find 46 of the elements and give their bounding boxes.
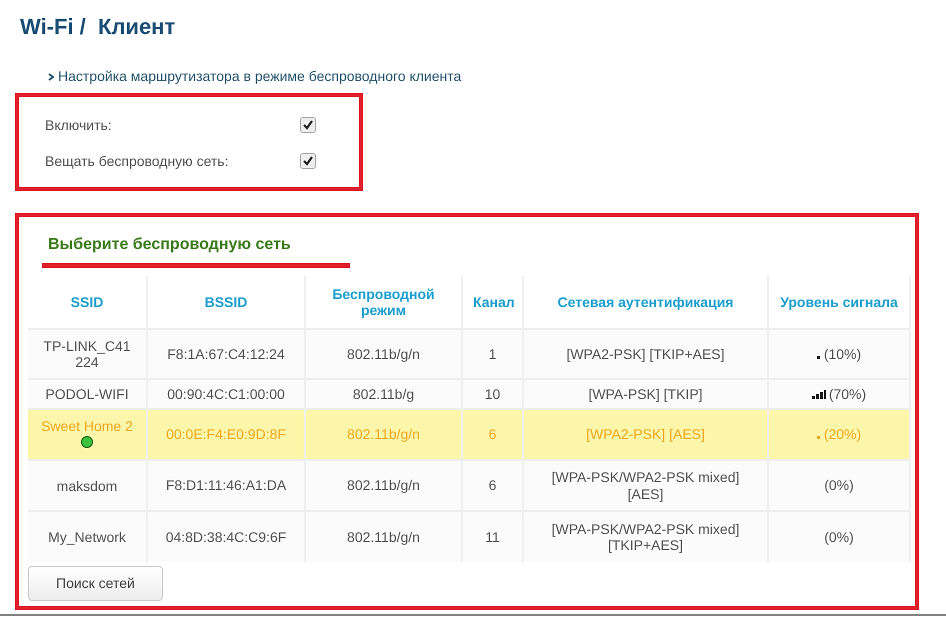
- table-cell: 802.11b/g/n: [347, 477, 420, 494]
- table-cell: 802.11b/g/n: [347, 346, 420, 362]
- section-heading: Выберите беспроводную сеть: [48, 235, 292, 256]
- table-cell: Sweet Home 2: [40, 418, 134, 435]
- setting-label: Вещать беспроводную сеть:: [45, 152, 230, 171]
- table-cell: [WPA2-PSK] [AES]: [586, 426, 705, 442]
- table-cell: (70%): [828, 386, 866, 402]
- signal-icon: [816, 356, 820, 359]
- table-cell: 00:0E:F4:E0:9D:8F: [166, 426, 286, 442]
- page-title: Wi-Fi / Клиент: [20, 14, 176, 40]
- checkbox[interactable]: [300, 153, 316, 170]
- section-link[interactable]: Настройка маршрутизатора в режиме беспроводного клиента: [58, 66, 462, 88]
- signal-icon: [812, 390, 826, 399]
- table-cell: (10%): [824, 346, 862, 362]
- network-row[interactable]: TP-LINK_C41224 F8:1A:67:C4:12:24 802.11b/g/n 1 [WPA2-PSK] [TKIP+AES] (10%): [28, 329, 910, 380]
- table-cell: 802.11b/g: [352, 386, 414, 402]
- network-row[interactable]: PODOL-WIFI 00:90:4C:C1:00:00 802.11b/g 10 [WPA-PSK] [TKIP] (70%): [28, 379, 910, 410]
- table-cell: 04:8D:38:4C:C9:6F: [166, 528, 286, 545]
- table-cell: 10: [484, 386, 500, 402]
- table-cell-text: maksdom: [56, 478, 118, 494]
- table-cell-text: PODOL-WIFI: [44, 386, 130, 402]
- table-cell: [WPA-PSK/WPA2-PSK mixed] [AES]: [552, 469, 740, 502]
- table-cell: (0%): [824, 528, 854, 545]
- network-row[interactable]: My_Network 04:8D:38:4C:C9:6F 802.11b/g/n 11 [WPA-PSK/WPA2-PSK mixed] [TKIP+AES] (0%): [28, 511, 910, 562]
- table-cell: [WPA2-PSK] [TKIP+AES]: [566, 346, 725, 362]
- table-cell: 11: [485, 528, 500, 545]
- table-cell: 802.11b/g/n: [347, 426, 420, 442]
- table-cell-text: TP-LINK_C41224: [42, 338, 132, 370]
- search-button[interactable]: Поиск сетей: [28, 566, 163, 602]
- table-cell: (0%): [824, 477, 854, 494]
- table-cell-text: My_Network: [47, 529, 127, 546]
- table-cell: 1: [488, 346, 496, 362]
- signal-icon: [816, 436, 820, 440]
- table-cell: 6: [488, 426, 496, 442]
- checkbox[interactable]: [300, 117, 316, 134]
- table-cell: 6: [488, 477, 496, 494]
- chevron-icon: [48, 72, 54, 81]
- table-cell: [WPA-PSK/WPA2-PSK mixed] [TKIP+AES]: [552, 520, 740, 554]
- table-cell: 802.11b/g/n: [347, 528, 420, 545]
- table-cell: [WPA-PSK] [TKIP]: [588, 386, 703, 402]
- table-cell: F8:1A:67:C4:12:24: [167, 346, 285, 362]
- network-row[interactable]: maksdom F8:D1:11:46:A1:DA 802.11b/g/n 6 [WPA-PSK/WPA2-PSK mixed] [AES] (0%): [28, 460, 910, 512]
- table-cell: (20%): [824, 426, 862, 442]
- table-cell: 00:90:4C:C1:00:00: [167, 386, 285, 402]
- table-cell: F8:D1:11:46:A1:DA: [166, 477, 286, 494]
- setting-label: Включить:: [45, 116, 113, 135]
